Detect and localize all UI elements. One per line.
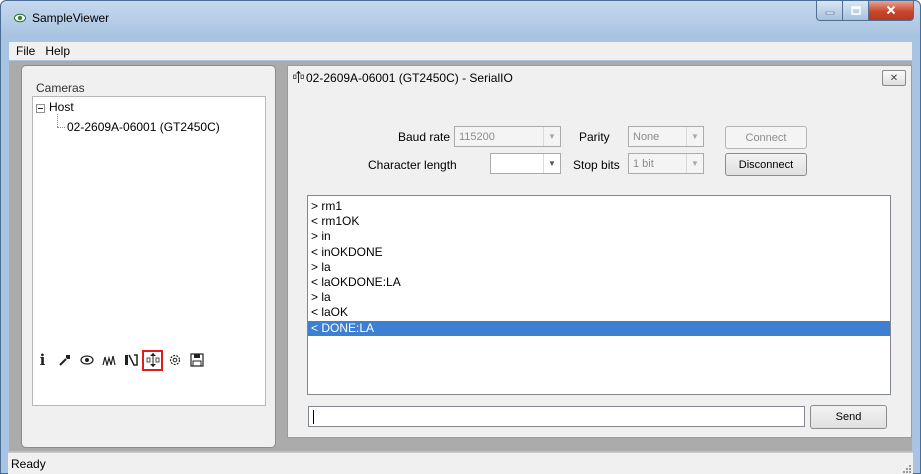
parity-label: Parity — [579, 130, 610, 144]
maximize-icon — [850, 4, 861, 18]
status-bar: Ready — [8, 452, 913, 474]
resize-grip-icon[interactable] — [901, 462, 911, 473]
tree-item-camera[interactable]: 02-2609A-06001 (GT2450C) — [67, 120, 220, 134]
char-length-label: Character length — [368, 158, 457, 172]
window-title: SampleViewer — [32, 11, 110, 25]
baud-rate-value: 115200 — [459, 130, 495, 143]
histogram-icon[interactable] — [98, 350, 119, 371]
close-icon: ✕ — [889, 72, 899, 84]
io-icon[interactable] — [120, 350, 141, 371]
settings-icon[interactable] — [164, 350, 185, 371]
log-line[interactable]: > la — [308, 290, 890, 305]
serial-io-header: 02-2609A-06001 (GT2450C) - SerialIO ✕ — [288, 66, 911, 90]
log-line[interactable]: < laOKDONE:LA — [308, 275, 890, 290]
info-icon[interactable]: i — [32, 350, 53, 371]
save-icon[interactable] — [186, 350, 207, 371]
send-input[interactable] — [308, 406, 805, 427]
log-line[interactable]: > rm1 — [308, 199, 890, 214]
log-line[interactable]: < laOK — [308, 305, 890, 320]
log-line-selected[interactable]: < DONE:LA — [308, 320, 890, 336]
stop-bits-value: 1 bit — [633, 157, 654, 170]
serial-io-title: 02-2609A-06001 (GT2450C) - SerialIO — [306, 71, 513, 85]
cameras-panel: Cameras Host 02-2609A-06001 (GT2450C) i — [21, 65, 276, 448]
wrench-icon[interactable] — [54, 350, 75, 371]
send-button[interactable]: Send — [810, 405, 887, 429]
menu-help[interactable]: Help — [40, 44, 75, 58]
serial-log[interactable]: > rm1 < rm1OK > in < inOKDONE > la < laO… — [307, 195, 891, 395]
serial-io-panel: 02-2609A-06001 (GT2450C) - SerialIO ✕ Ba… — [287, 65, 912, 438]
stop-bits-label: Stop bits — [573, 158, 620, 172]
info-glyph: i — [39, 351, 46, 369]
minimize-icon — [825, 4, 835, 18]
tree-collapse-toggle[interactable] — [36, 104, 45, 113]
baud-rate-select[interactable]: 115200 ▼ — [454, 126, 561, 147]
window-controls — [816, 1, 914, 21]
serial-log-lines: > rm1 < rm1OK > in < inOKDONE > la < laO… — [308, 196, 890, 336]
baud-rate-label: Baud rate — [398, 130, 451, 144]
close-icon — [886, 4, 896, 18]
tree-item-host[interactable]: Host — [49, 100, 74, 114]
chevron-down-icon: ▼ — [686, 154, 703, 173]
text-caret — [313, 410, 314, 424]
maximize-button[interactable] — [843, 1, 869, 21]
chevron-down-icon: ▼ — [543, 154, 560, 173]
chevron-down-icon: ▼ — [686, 127, 703, 146]
serial-io-icon — [293, 71, 304, 83]
tree-connector — [57, 114, 58, 127]
cameras-header: Cameras — [36, 81, 85, 95]
minimize-button[interactable] — [816, 1, 843, 21]
status-text: Ready — [11, 456, 46, 471]
camera-toolbar: i — [32, 348, 208, 372]
tree-connector — [57, 127, 65, 128]
parity-value: None — [633, 130, 660, 143]
menu-file[interactable]: File — [11, 44, 40, 58]
log-line[interactable]: < rm1OK — [308, 214, 890, 229]
menu-bar: File Help — [9, 42, 912, 60]
char-length-select[interactable]: ▼ — [490, 153, 561, 174]
close-button[interactable] — [869, 1, 914, 21]
eye-icon — [14, 12, 26, 24]
parity-select[interactable]: None ▼ — [628, 126, 704, 147]
connect-button[interactable]: Connect — [725, 126, 807, 149]
title-bar[interactable]: SampleViewer — [1, 1, 920, 35]
eye-icon[interactable] — [76, 350, 97, 371]
stop-bits-select[interactable]: 1 bit ▼ — [628, 153, 704, 174]
log-line[interactable]: < inOKDONE — [308, 245, 890, 260]
log-line[interactable]: > la — [308, 260, 890, 275]
serial-io-icon[interactable] — [142, 349, 163, 371]
log-line[interactable]: > in — [308, 229, 890, 244]
panel-close-button[interactable]: ✕ — [882, 70, 906, 86]
chevron-down-icon: ▼ — [543, 127, 560, 146]
disconnect-button[interactable]: Disconnect — [725, 153, 807, 176]
